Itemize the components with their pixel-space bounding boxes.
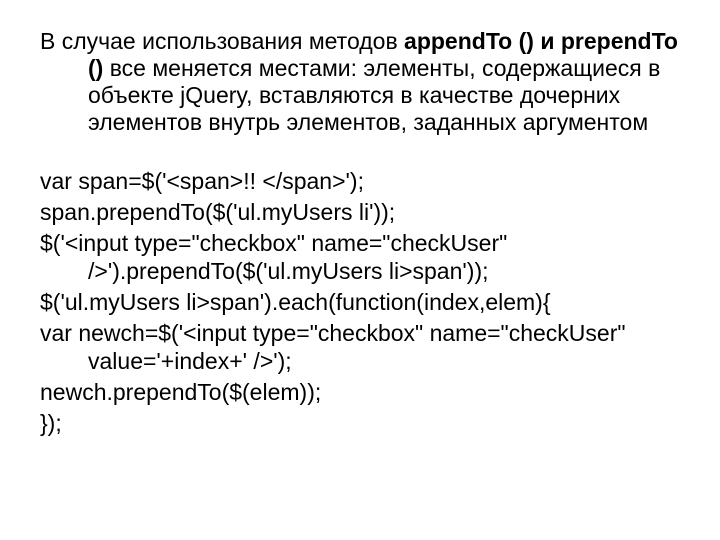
code-line-3: $('<input type="checkbox" name="checkUse… [40, 229, 680, 285]
intro-pre: В случае использования методов [40, 28, 404, 54]
intro-post: все меняется местами: элементы, содержащ… [88, 55, 660, 135]
code-line-5: var newch=$('<input type="checkbox" name… [40, 319, 680, 375]
code-line-4: $('ul.myUsers li>span').each(function(in… [40, 288, 680, 316]
spacer [40, 141, 680, 167]
code-line-2: span.prependTo($('ul.myUsers li')); [40, 198, 680, 226]
intro-paragraph: В случае использования методов appendTo … [40, 28, 680, 137]
code-line-1: var span=$('<span>!! </span>'); [40, 167, 680, 195]
code-line-6: newch.prependTo($(elem)); [40, 378, 680, 406]
slide: В случае использования методов appendTo … [0, 0, 720, 540]
code-line-7: }); [40, 409, 680, 437]
